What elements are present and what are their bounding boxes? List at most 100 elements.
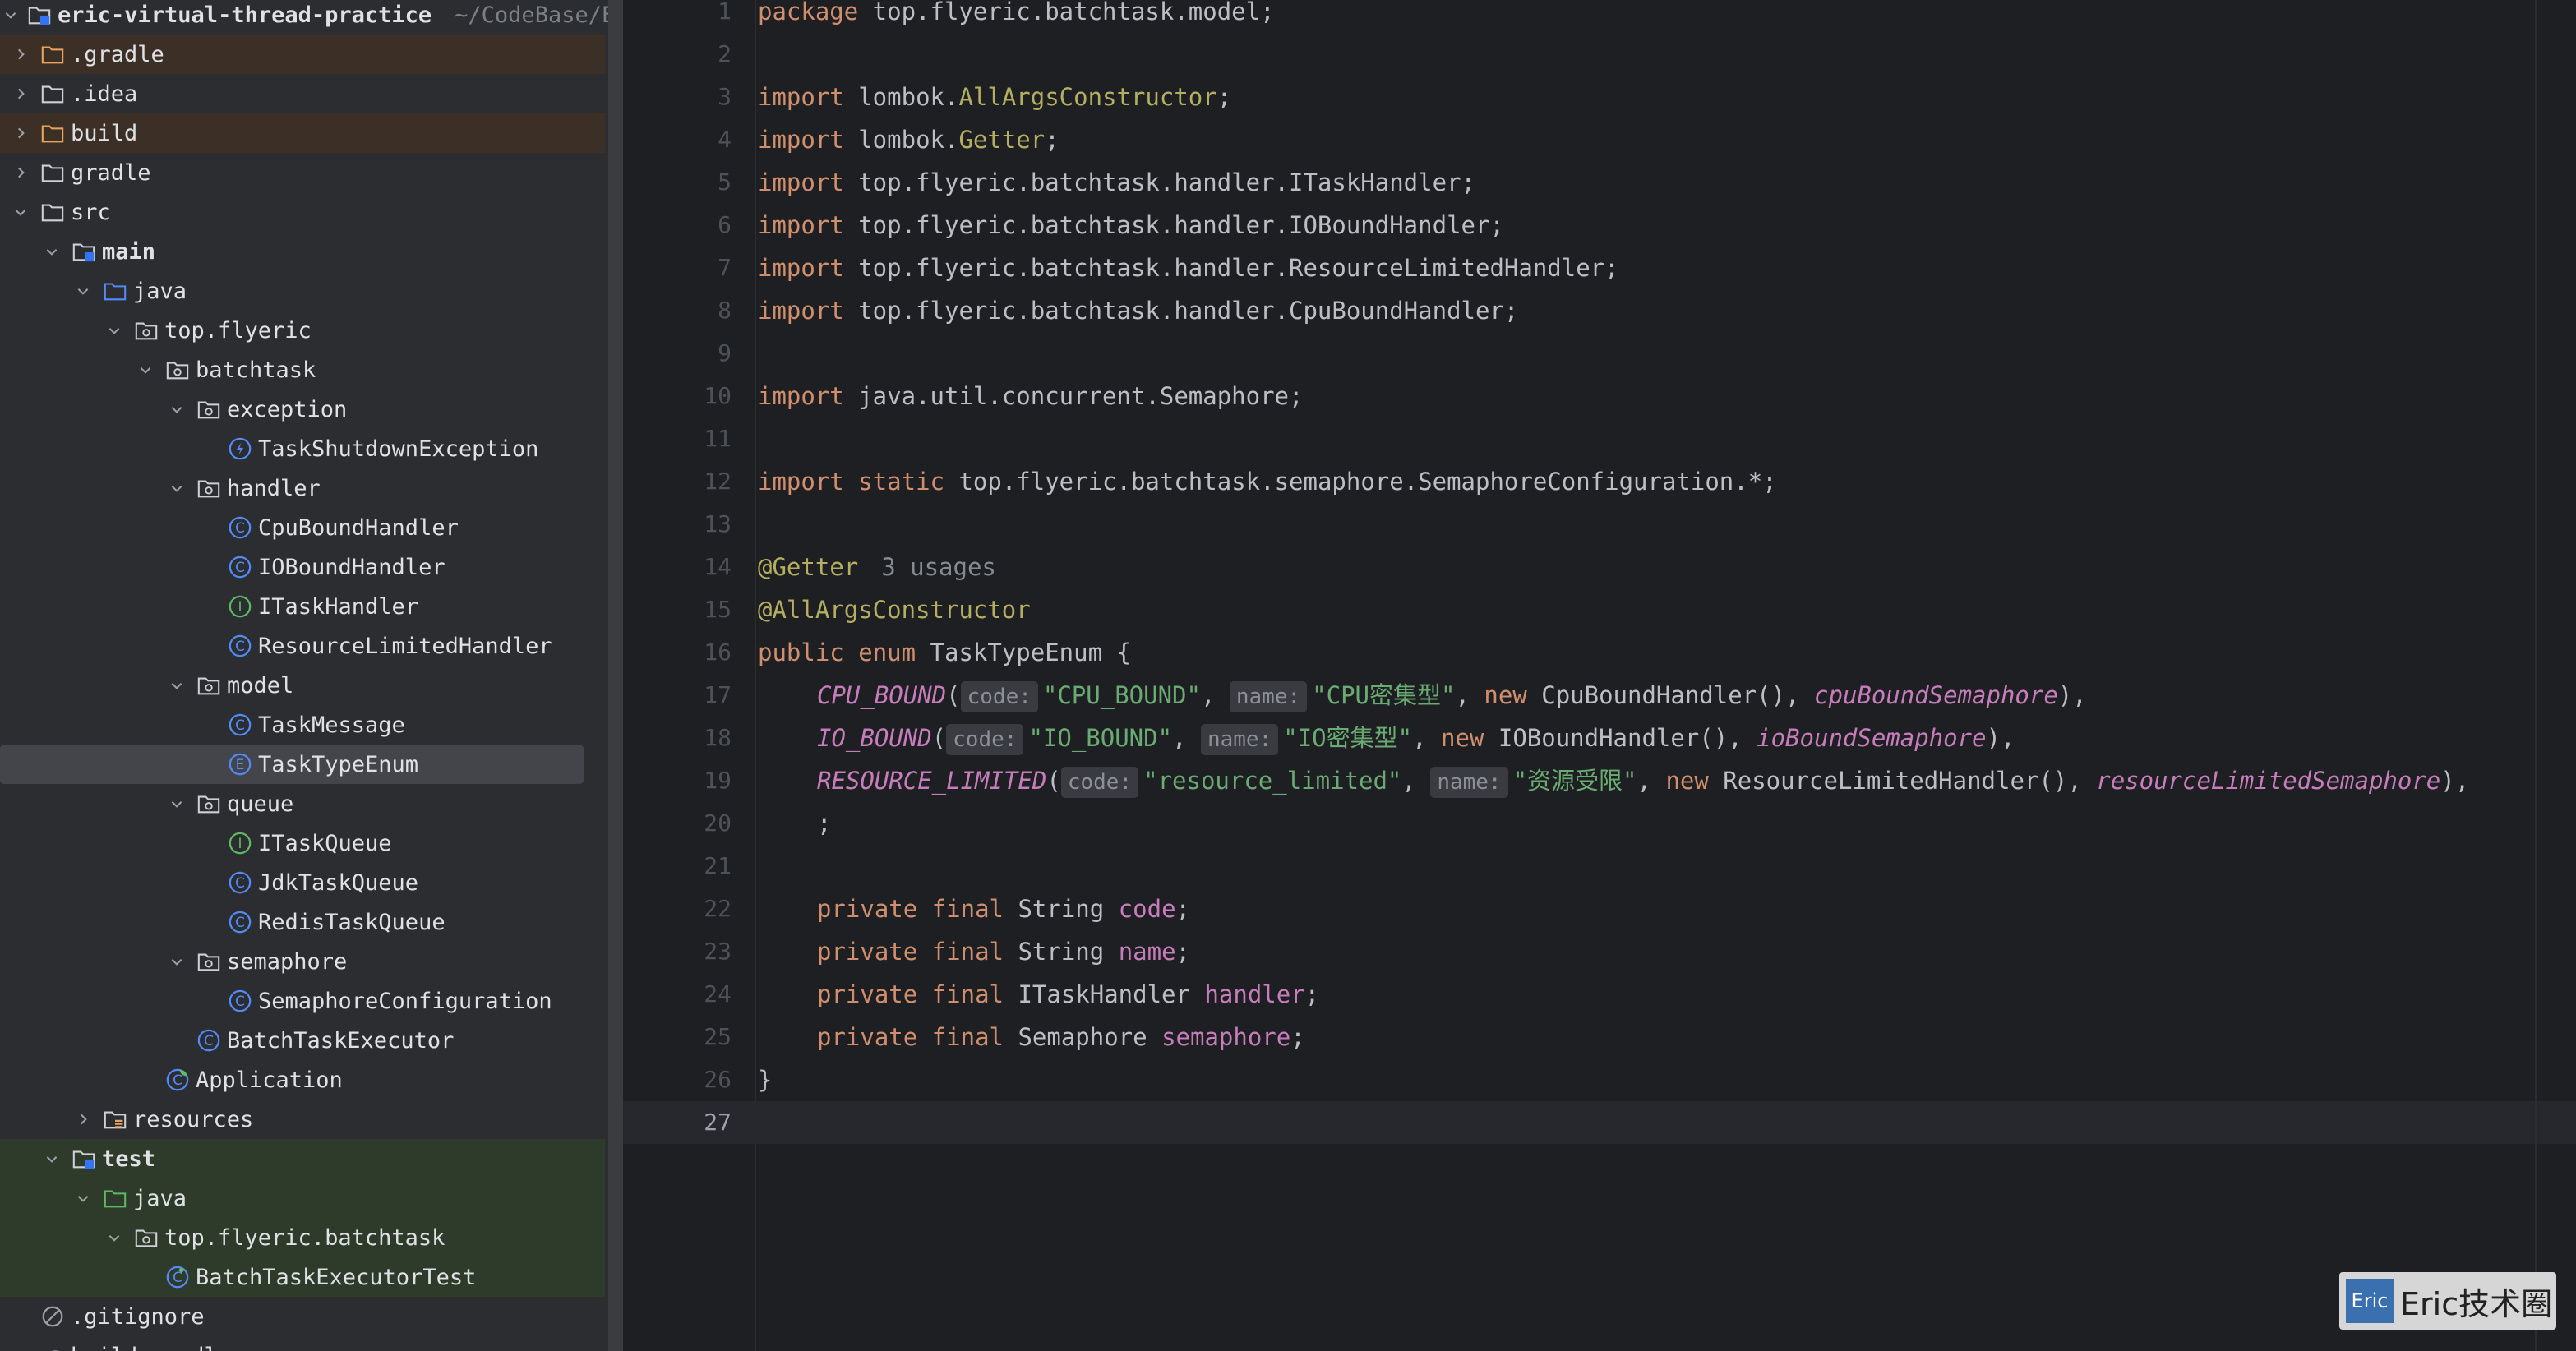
code-token: semaphore (1161, 1023, 1291, 1051)
tree-item-top-flyeric-batchtask[interactable]: top.flyeric.batchtask (0, 1218, 605, 1257)
tree-item-label: ITaskHandler (258, 593, 419, 620)
tree-item-jdktaskqueue[interactable]: C JdkTaskQueue (0, 863, 605, 902)
tree-item-batchtaskexecutor[interactable]: C BatchTaskExecutor (0, 1021, 605, 1060)
chevron-right-icon[interactable] (10, 162, 31, 183)
right-margin-guide (2535, 0, 2537, 1351)
code-line[interactable]: CPU_BOUND(code: "CPU_BOUND", name: "CPU密集型… (817, 674, 2087, 717)
code-line[interactable]: private final String name; (817, 930, 1190, 973)
tree-item-resources[interactable]: resources (0, 1100, 605, 1139)
chevron-down-icon[interactable] (10, 201, 31, 223)
code-line[interactable]: private final String code; (817, 888, 1190, 930)
chevron-right-icon[interactable] (10, 122, 31, 144)
code-line[interactable]: IO_BOUND(code: "IO_BOUND", name: "IO密集型", … (817, 717, 2015, 759)
code-line[interactable]: } (758, 1058, 772, 1101)
chevron-down-icon[interactable] (166, 675, 187, 696)
code-token: ; (1290, 1023, 1305, 1051)
project-folder-icon (26, 2, 53, 28)
class-icon: C (227, 988, 253, 1014)
line-number: 17 (704, 681, 732, 708)
code-line[interactable]: import top.flyeric.batchtask.handler.Cpu… (758, 289, 1518, 332)
chevron-down-icon[interactable] (104, 320, 125, 341)
chevron-down-icon[interactable] (166, 399, 187, 420)
line-number: 23 (704, 938, 732, 965)
tree-item-application[interactable]: C Application (0, 1060, 605, 1100)
module-folder-icon (71, 238, 97, 265)
tree-item-test[interactable]: test (0, 1139, 605, 1178)
code-line[interactable]: @Getter 3 usages (758, 546, 996, 588)
code-line[interactable]: import java.util.concurrent.Semaphore; (758, 375, 1303, 417)
line-number: 8 (718, 297, 732, 324)
tree-item-top-flyeric[interactable]: top.flyeric (0, 311, 605, 350)
tree-item-label: ResourceLimitedHandler (258, 633, 552, 659)
chevron-down-icon[interactable] (104, 1227, 125, 1248)
tree-item-batchtask[interactable]: batchtask (0, 350, 605, 390)
chevron-down-icon[interactable] (72, 1187, 94, 1209)
code-line[interactable]: import lombok.Getter; (758, 118, 1059, 161)
chevron-right-icon[interactable] (10, 83, 31, 104)
tree-item-label: SemaphoreConfiguration (258, 988, 552, 1014)
tree-item-build-gradle[interactable]: build.gradle (0, 1336, 605, 1351)
chevron-down-icon[interactable] (166, 477, 187, 499)
code-line[interactable]: import static top.flyeric.batchtask.sema… (758, 460, 1777, 503)
tree-item-gitignore[interactable]: .gitignore (0, 1297, 605, 1336)
chevron-down-icon[interactable] (166, 951, 187, 972)
code-token: "CPU_BOUND" (1042, 681, 1201, 709)
tree-item-batchtaskexecutortest[interactable]: C BatchTaskExecutorTest (0, 1257, 605, 1297)
code-line[interactable]: private final ITaskHandler handler; (817, 973, 1319, 1016)
tree-item-itaskhandler[interactable]: I ITaskHandler (0, 587, 605, 626)
code-line[interactable]: @AllArgsConstructor (758, 588, 1031, 631)
tree-item-exception[interactable]: exception (0, 390, 605, 429)
code-line[interactable]: RESOURCE_LIMITED(code: "resource_limited"… (817, 759, 2469, 802)
code-line[interactable]: import top.flyeric.batchtask.handler.IOB… (758, 204, 1504, 247)
tree-item-tasktypeenum[interactable]: E TaskTypeEnum (0, 745, 584, 784)
chevron-down-icon[interactable] (135, 359, 156, 380)
code-line[interactable]: public enum TaskTypeEnum { (758, 631, 1131, 674)
tree-item-idea[interactable]: .idea (0, 74, 605, 113)
chevron-right-icon[interactable] (72, 1109, 94, 1130)
tree-item-handler[interactable]: handler (0, 468, 605, 508)
code-line[interactable]: import lombok.AllArgsConstructor; (758, 76, 1231, 118)
tree-item-label: .gradle (71, 41, 164, 67)
code-line[interactable]: ; (817, 802, 831, 845)
tree-item-gradle[interactable]: gradle (0, 153, 605, 192)
line-number: 3 (718, 83, 732, 110)
chevron-down-icon[interactable] (72, 280, 94, 302)
tree-item-gradle[interactable]: .gradle (0, 35, 605, 74)
test-folder-icon (102, 1185, 128, 1211)
chevron-right-icon[interactable] (10, 44, 31, 65)
tree-item-java[interactable]: java (0, 271, 605, 311)
code-line[interactable]: import top.flyeric.batchtask.handler.ITa… (758, 161, 1475, 204)
code-token: Getter (958, 126, 1046, 154)
chevron-down-icon[interactable] (166, 793, 187, 814)
tree-item-resourcelimitedhandler[interactable]: C ResourceLimitedHandler (0, 626, 605, 666)
tree-item-taskshutdownexception[interactable]: TaskShutdownException (0, 429, 605, 468)
tree-item-src[interactable]: src (0, 192, 605, 232)
tree-item-queue[interactable]: queue (0, 784, 605, 823)
tree-item-redistaskqueue[interactable]: C RedisTaskQueue (0, 902, 605, 942)
tree-item-label: gradle (71, 159, 151, 186)
tree-item-semaphore[interactable]: semaphore (0, 942, 605, 981)
chevron-down-icon[interactable] (41, 241, 62, 262)
code-token: top.flyeric.batchtask.handler.CpuBoundHa… (843, 297, 1519, 325)
tree-item-label: build (71, 120, 138, 146)
code-token: new (1484, 681, 1527, 709)
tree-item-java[interactable]: java (0, 1178, 605, 1218)
panel-splitter[interactable] (608, 0, 623, 1351)
package-icon (196, 396, 222, 422)
tree-item-semaphoreconfiguration[interactable]: C SemaphoreConfiguration (0, 981, 605, 1021)
usages-hint[interactable]: 3 usages (881, 553, 996, 581)
tree-item-model[interactable]: model (0, 666, 605, 705)
tree-item-taskmessage[interactable]: C TaskMessage (0, 705, 605, 745)
tree-item-build[interactable]: build (0, 113, 605, 153)
tree-item-ioboundhandler[interactable]: C IOBoundHandler (0, 547, 605, 587)
code-line[interactable]: import top.flyeric.batchtask.handler.Res… (758, 247, 1619, 289)
chevron-down-icon[interactable] (41, 1148, 62, 1169)
tree-project-root[interactable]: eric-virtual-thread-practice ~/CodeBase/… (0, 0, 608, 35)
tree-item-itaskqueue[interactable]: I ITaskQueue (0, 823, 605, 863)
code-line[interactable]: package top.flyeric.batchtask.model; (758, 0, 1275, 33)
tree-item-main[interactable]: main (0, 232, 605, 271)
code-line[interactable]: private final Semaphore semaphore; (817, 1016, 1305, 1058)
tree-item-cpuboundhandler[interactable]: C CpuBoundHandler (0, 508, 605, 547)
chevron-down-icon[interactable] (0, 4, 21, 25)
tree-item-label: model (227, 672, 294, 699)
